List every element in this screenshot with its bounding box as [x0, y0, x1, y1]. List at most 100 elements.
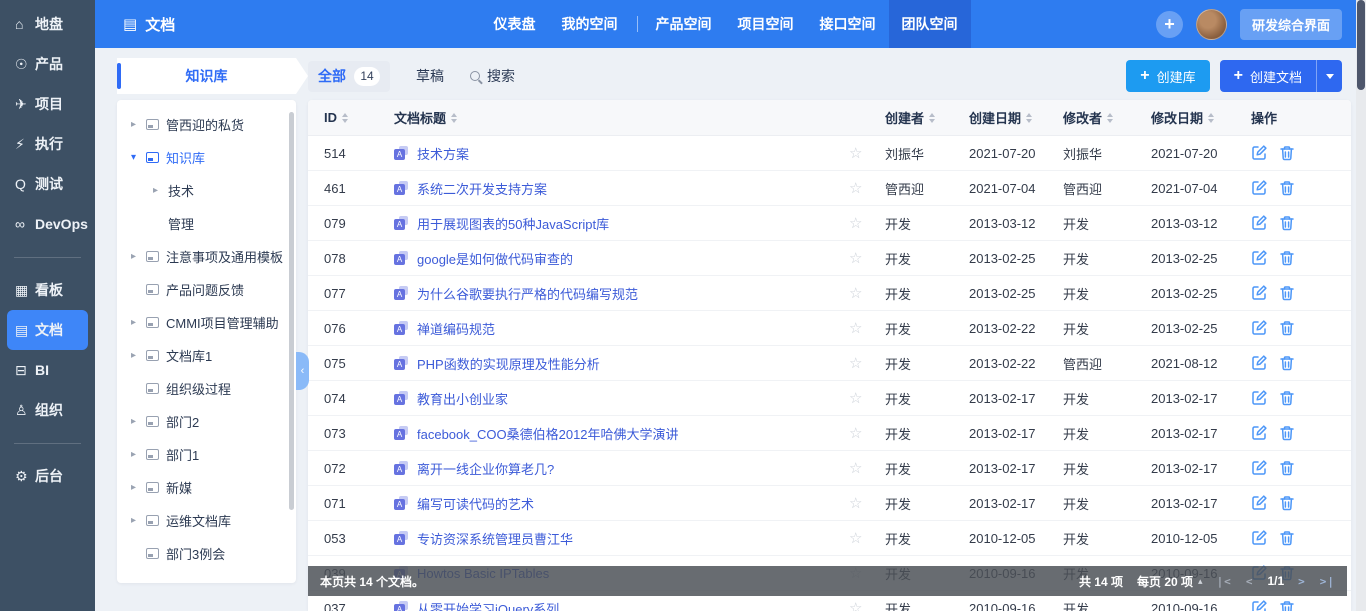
tab-draft[interactable]: 草稿 [416, 66, 444, 86]
favorite-star-icon[interactable]: ☆ [849, 250, 862, 267]
sort-icon[interactable] [1208, 113, 1214, 123]
favorite-star-icon[interactable]: ☆ [849, 460, 862, 477]
create-doc-button[interactable]: + 创建文档 [1220, 60, 1316, 92]
chevron-icon[interactable] [153, 185, 168, 196]
delete-icon[interactable] [1279, 355, 1295, 371]
sort-icon[interactable] [451, 113, 457, 123]
delete-icon[interactable] [1279, 425, 1295, 441]
tree-node[interactable]: 文档库1 [117, 339, 296, 372]
col-editor[interactable]: 修改者 [1063, 108, 1151, 127]
favorite-star-icon[interactable]: ☆ [849, 285, 862, 302]
edit-icon[interactable] [1251, 425, 1267, 441]
tree-node[interactable]: 部门3例会 [117, 537, 296, 570]
tree-node[interactable]: 产品问题反馈 [117, 273, 296, 306]
topbar-nav-item[interactable]: 团队空间 [889, 0, 971, 48]
sidebar-item[interactable]: ✈ 项目 [0, 84, 95, 124]
tree-node[interactable]: 管理 [117, 207, 296, 240]
tree-node[interactable]: 管西迎的私货 [117, 108, 296, 141]
sidebar-item[interactable]: ♙ 组织 [0, 390, 95, 430]
tree-node[interactable]: 新媒 [117, 471, 296, 504]
col-edited[interactable]: 修改日期 [1151, 108, 1251, 127]
table-row[interactable]: 075 PHP函数的实现原理及性能分析 ☆ 开发 2013-02-22 管西迎 … [308, 346, 1351, 381]
chevron-icon[interactable] [131, 317, 146, 328]
sidebar-item[interactable]: ⊟ BI [0, 350, 95, 390]
delete-icon[interactable] [1279, 180, 1295, 196]
document-link[interactable]: 专访资深系统管理员曹江华 [417, 529, 573, 548]
table-row[interactable]: 514 技术方案 ☆ 刘振华 2021-07-20 刘振华 2021-07-20 [308, 136, 1351, 171]
table-row[interactable]: 079 用于展现图表的50种JavaScript库 ☆ 开发 2013-03-1… [308, 206, 1351, 241]
document-link[interactable]: 编写可读代码的艺术 [417, 494, 534, 513]
edit-icon[interactable] [1251, 530, 1267, 546]
edit-icon[interactable] [1251, 320, 1267, 336]
tree-node[interactable]: 注意事项及通用模板 [117, 240, 296, 273]
last-page-button[interactable]: >| [1320, 575, 1335, 588]
tree-node[interactable]: 部门2 [117, 405, 296, 438]
sort-icon[interactable] [1107, 113, 1113, 123]
table-row[interactable]: 053 专访资深系统管理员曹江华 ☆ 开发 2010-12-05 开发 2010… [308, 521, 1351, 556]
interface-switch-button[interactable]: 研发综合界面 [1240, 9, 1342, 40]
col-created[interactable]: 创建日期 [969, 108, 1063, 127]
delete-icon[interactable] [1279, 320, 1295, 336]
library-type-header[interactable]: 知识库 [117, 58, 308, 94]
chevron-icon[interactable] [131, 350, 146, 361]
delete-icon[interactable] [1279, 215, 1295, 231]
first-page-button[interactable]: |< [1217, 575, 1232, 588]
table-row[interactable]: 461 系统二次开发支持方案 ☆ 管西迎 2021-07-04 管西迎 2021… [308, 171, 1351, 206]
prev-page-button[interactable]: < [1246, 575, 1254, 588]
tab-all[interactable]: 全部 14 [308, 61, 390, 92]
edit-icon[interactable] [1251, 390, 1267, 406]
tree-node[interactable]: 技术 [117, 174, 296, 207]
favorite-star-icon[interactable]: ☆ [849, 355, 862, 372]
page-scrollbar[interactable] [1356, 0, 1366, 611]
document-link[interactable]: 系统二次开发支持方案 [417, 179, 547, 198]
sidebar-item[interactable]: ⚙ 后台 [0, 456, 95, 496]
table-row[interactable]: 077 为什么谷歌要执行严格的代码编写规范 ☆ 开发 2013-02-25 开发… [308, 276, 1351, 311]
favorite-star-icon[interactable]: ☆ [849, 320, 862, 337]
document-link[interactable]: 用于展现图表的50种JavaScript库 [417, 214, 609, 233]
favorite-star-icon[interactable]: ☆ [849, 600, 862, 611]
edit-icon[interactable] [1251, 600, 1267, 611]
col-id[interactable]: ID [324, 110, 394, 125]
chevron-icon[interactable] [131, 152, 146, 163]
document-link[interactable]: 禅道编码规范 [417, 319, 495, 338]
page-scrollbar-thumb[interactable] [1357, 0, 1365, 90]
chevron-icon[interactable] [131, 119, 146, 130]
sidebar-item[interactable]: ☉ 产品 [0, 44, 95, 84]
document-link[interactable]: facebook_COO桑德伯格2012年哈佛大学演讲 [417, 424, 679, 443]
user-avatar[interactable] [1196, 9, 1227, 40]
sidebar-item[interactable]: Q 测试 [0, 164, 95, 204]
topbar-nav-item[interactable]: 产品空间 [643, 0, 725, 48]
table-row[interactable]: 071 编写可读代码的艺术 ☆ 开发 2013-02-17 开发 2013-02… [308, 486, 1351, 521]
favorite-star-icon[interactable]: ☆ [849, 180, 862, 197]
tab-search[interactable]: 搜索 [470, 66, 515, 86]
create-doc-dropdown[interactable] [1316, 60, 1342, 92]
favorite-star-icon[interactable]: ☆ [849, 390, 862, 407]
topbar-nav-item[interactable]: 项目空间 [725, 0, 807, 48]
document-link[interactable]: 离开一线企业你算老几? [417, 459, 554, 478]
edit-icon[interactable] [1251, 460, 1267, 476]
tree-scrollbar[interactable] [289, 112, 294, 510]
sidebar-item[interactable]: ▤ 文档 [7, 310, 88, 350]
tree-node[interactable]: 组织级过程 [117, 372, 296, 405]
sidebar-item[interactable]: ⚡ 执行 [0, 124, 95, 164]
document-link[interactable]: PHP函数的实现原理及性能分析 [417, 354, 600, 373]
edit-icon[interactable] [1251, 145, 1267, 161]
document-link[interactable]: 教育出小创业家 [417, 389, 508, 408]
document-link[interactable]: 为什么谷歌要执行严格的代码编写规范 [417, 284, 638, 303]
sidebar-item[interactable]: ∞ DevOps [0, 204, 95, 244]
quick-add-button[interactable]: + [1156, 11, 1183, 38]
table-row[interactable]: 073 facebook_COO桑德伯格2012年哈佛大学演讲 ☆ 开发 201… [308, 416, 1351, 451]
edit-icon[interactable] [1251, 285, 1267, 301]
topbar-nav-item[interactable]: 接口空间 [807, 0, 889, 48]
favorite-star-icon[interactable]: ☆ [849, 495, 862, 512]
document-link[interactable]: 从零开始学习jQuery系列 [417, 599, 559, 611]
table-row[interactable]: 072 离开一线企业你算老几? ☆ 开发 2013-02-17 开发 2013-… [308, 451, 1351, 486]
chevron-icon[interactable] [131, 251, 146, 262]
table-row[interactable]: 076 禅道编码规范 ☆ 开发 2013-02-22 开发 2013-02-25 [308, 311, 1351, 346]
edit-icon[interactable] [1251, 180, 1267, 196]
per-page-select[interactable]: 每页 20 项 ▴ [1137, 573, 1203, 590]
table-row[interactable]: 078 google是如何做代码审查的 ☆ 开发 2013-02-25 开发 2… [308, 241, 1351, 276]
favorite-star-icon[interactable]: ☆ [849, 215, 862, 232]
edit-icon[interactable] [1251, 250, 1267, 266]
tree-node[interactable]: 部门1 [117, 438, 296, 471]
